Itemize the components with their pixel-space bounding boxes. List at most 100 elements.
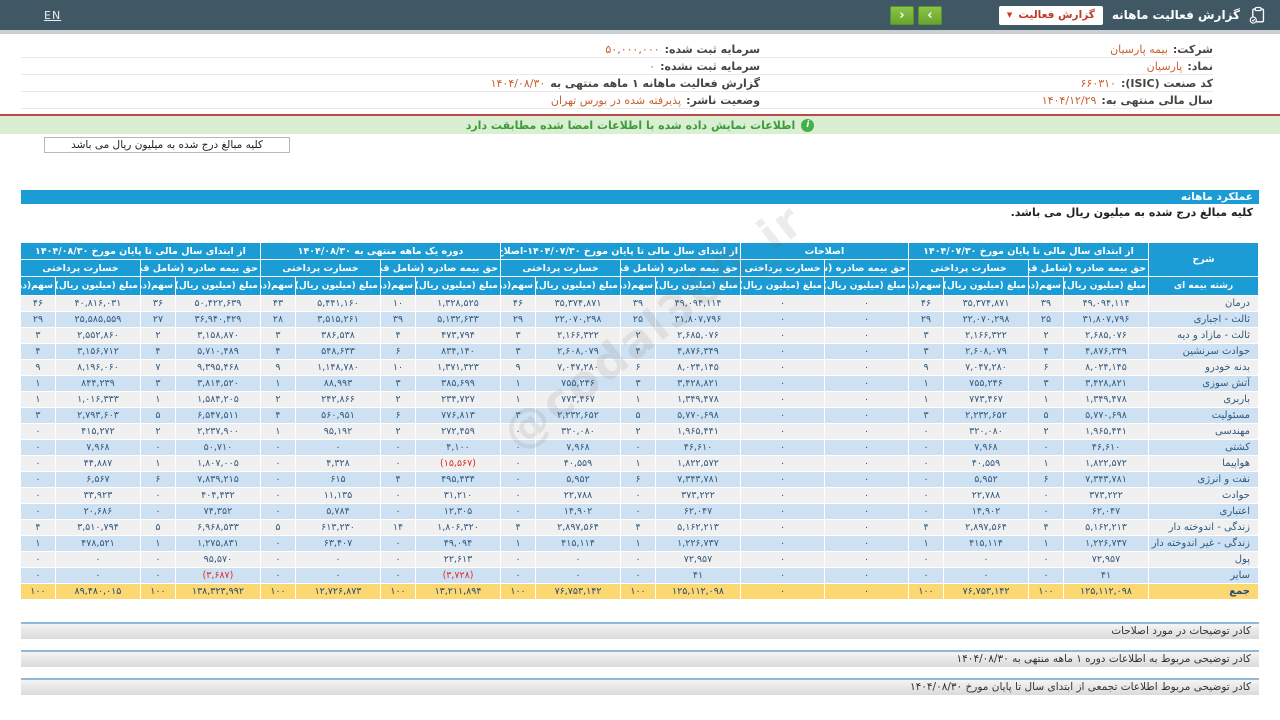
- table-cell: ۱۲۵,۱۱۲,۰۹۸: [655, 583, 741, 600]
- col-header-share: سهم(درصد): [908, 276, 944, 296]
- language-link[interactable]: EN: [44, 9, 61, 22]
- table-cell: ۳: [19, 407, 56, 424]
- info-value: ۱۴۰۴/۱۲/۲۹: [1041, 93, 1097, 107]
- table-cell: ۳,۵۱۰,۷۹۴: [54, 519, 141, 536]
- table-cell: ۱,۵۸۴,۲۰۵: [174, 391, 261, 408]
- table-cell: ۴۳: [259, 295, 297, 312]
- table-cell: ۰: [380, 487, 416, 504]
- table-cell: ۷۷۶,۸۱۳: [415, 407, 501, 424]
- col-header-amount: مبلغ (میلیون ریال): [943, 276, 1029, 296]
- table-cell: ۰: [380, 455, 416, 472]
- table-cell: ۵,۱۶۲,۲۱۳: [655, 519, 741, 536]
- table-cell: ۵,۹۵۲: [943, 471, 1029, 488]
- table-cell: ۵,۹۵۲: [535, 471, 621, 488]
- table-cell: ۹: [259, 359, 297, 376]
- table-cell: ۴: [139, 343, 176, 360]
- info-label: کد صنعت (ISIC):: [1120, 76, 1213, 90]
- next-report-button[interactable]: ›: [917, 5, 942, 25]
- table-cell: ۵,۷۱۰,۴۸۹: [174, 343, 261, 360]
- table-cell: ۰: [824, 551, 909, 568]
- table-cell: ۶: [380, 343, 416, 360]
- table-cell: ۱۳,۲۱۱,۸۹۴: [415, 583, 501, 600]
- table-cell: ۲: [139, 327, 176, 344]
- table-cell: ۶: [620, 471, 656, 488]
- table-cell: ۸۹,۴۸۰,۰۱۵: [54, 583, 141, 600]
- report-type-dropdown[interactable]: گزارش فعالیت ▼: [998, 5, 1103, 25]
- table-cell: ۱: [139, 391, 176, 408]
- table-cell: ۱۲,۳۰۵: [415, 503, 501, 520]
- table-cell: ۷۶,۷۵۳,۱۴۲: [535, 583, 621, 600]
- report-navigation: › ‹: [889, 5, 942, 25]
- table-cell: ۲: [1028, 423, 1064, 440]
- table-cell: ۲: [620, 423, 656, 440]
- table-cell: ۰: [740, 551, 825, 568]
- table-cell: ۱,۰۱۶,۳۳۳: [54, 391, 141, 408]
- table-cell: ۱: [1028, 455, 1064, 472]
- report-type-label: گزارش فعالیت: [1018, 9, 1095, 21]
- col-header-amount: مبلغ (میلیون ریال): [415, 276, 501, 296]
- table-cell: ۴۹,۰۹۴: [415, 535, 501, 552]
- footer-section-bar[interactable]: کادر توضیحات در مورد اصلاحات: [21, 622, 1259, 639]
- table-row: بدنه خودرو ۸,۰۲۴,۱۴۵ ۶ ۷,۰۴۷,۲۸۰ ۹ ۰ ۰ ۸,۰۲۴,۱۴…: [19, 359, 1259, 376]
- table-cell: ۴۹,۰۹۴,۱۱۴: [1063, 295, 1149, 312]
- table-cell: ۰: [500, 567, 536, 584]
- table-cell: ۰: [824, 487, 909, 504]
- subheader-claims: خسارت پرداختی: [908, 259, 1029, 277]
- table-cell: ۰: [139, 487, 176, 504]
- notice-text: اطلاعات نمایش داده شده با اطلاعات امضا ش…: [465, 118, 796, 132]
- company-info-panel: شرکت: بیمه پارسیان سرمایه ثبت شده: ۵۰,۰۰۰,۰…: [21, 41, 1259, 109]
- table-cell: ۷۷۳,۴۶۷: [535, 391, 621, 408]
- table-cell: ۲,۵۵۲,۸۶۰: [54, 327, 141, 344]
- footer-section-bar[interactable]: کادر توضیحی مربوط اطلاعات تجمعی از ابتدا…: [21, 678, 1259, 695]
- table-cell: (۳,۷۲۸): [415, 567, 501, 584]
- table-cell: ۰: [740, 391, 825, 408]
- table-cell: ۰: [380, 535, 416, 552]
- col-group-one-month-period: دوره یک ماهه منتهی به ۱۴۰۴/۰۸/۳۰: [259, 242, 502, 260]
- subheader-premium: حق بیمه صادره (شامل قبولی اتکایی): [620, 259, 741, 277]
- table-cell: ۰: [19, 567, 56, 584]
- line-of-business-cell: بدنه خودرو: [1148, 359, 1259, 376]
- info-value: ۰: [649, 59, 656, 73]
- table-cell: ۲,۶۰۸,۰۷۹: [943, 343, 1029, 360]
- table-cell: ۱۰۰: [139, 583, 176, 600]
- footer-section-bar[interactable]: کادر توضیحی مربوط به اطلاعات دوره ۱ ماهه…: [21, 650, 1259, 667]
- table-cell: ۲۲,۶۱۳: [415, 551, 501, 568]
- table-cell: ۹: [500, 359, 536, 376]
- table-cell: ۱۴,۹۰۲: [943, 503, 1029, 520]
- table-cell: ۱: [19, 391, 56, 408]
- table-cell: ۰: [500, 423, 536, 440]
- line-of-business-cell: سایر: [1148, 567, 1259, 584]
- table-row: درمان ۴۹,۰۹۴,۱۱۴ ۳۹ ۳۵,۳۷۴,۸۷۱ ۴۶ ۰ ۰ ۴۹,۰۹۴,۱۱…: [19, 295, 1259, 312]
- table-cell: ۵,۷۷۰,۶۹۸: [1063, 407, 1149, 424]
- table-cell: ۳,۱۵۶,۷۱۲: [54, 343, 141, 360]
- table-cell: ۲۹: [500, 311, 536, 328]
- table-cell: ۰: [824, 343, 909, 360]
- table-cell: ۲: [139, 423, 176, 440]
- table-cell: ۰: [740, 439, 825, 456]
- table-cell: ۱,۱۴۸,۷۸۰: [295, 359, 381, 376]
- info-value: ۶۶۰۳۱۰: [1080, 76, 1116, 90]
- table-cell: ۴۶: [19, 295, 56, 312]
- table-cell: ۲۵: [1028, 311, 1064, 328]
- previous-report-button[interactable]: ‹: [889, 5, 914, 25]
- table-cell: ۳۵,۳۷۴,۸۷۱: [535, 295, 621, 312]
- table-cell: ۰: [54, 551, 141, 568]
- table-cell: ۴: [908, 519, 944, 536]
- table-cell: ۱,۸۰۷,۰۰۵: [174, 455, 261, 472]
- table-cell: ۰: [295, 551, 381, 568]
- table-cell: ۲,۶۸۵,۰۷۶: [655, 327, 741, 344]
- table-cell: ۱: [908, 391, 944, 408]
- table-cell: ۰: [740, 487, 825, 504]
- info-field: سال مالی منتهی به: ۱۴۰۴/۱۲/۲۹: [760, 94, 1213, 107]
- table-cell: ۰: [908, 471, 944, 488]
- table-cell: ۴: [380, 471, 416, 488]
- table-cell: ۱,۸۰۶,۳۲۰: [415, 519, 501, 536]
- table-row: حوادث سرنشین ۴,۸۷۶,۳۴۹ ۴ ۲,۶۰۸,۰۷۹ ۳ ۰ ۰ ۴,۸۷۶,…: [19, 343, 1259, 360]
- table-cell: ۰: [380, 439, 416, 456]
- table-cell: ۰: [1028, 567, 1064, 584]
- table-cell: ۰: [500, 503, 536, 520]
- table-cell: ۴۱۵,۱۱۴: [943, 535, 1029, 552]
- table-row: جمع ۱۲۵,۱۱۲,۰۹۸ ۱۰۰ ۷۶,۷۵۳,۱۴۲ ۱۰۰ ۰ ۰ ۱۲۵,۱۱۲,…: [19, 583, 1259, 600]
- table-cell: ۱,۳۴۹,۴۷۸: [655, 391, 741, 408]
- table-cell: ۷۷۳,۴۶۷: [943, 391, 1029, 408]
